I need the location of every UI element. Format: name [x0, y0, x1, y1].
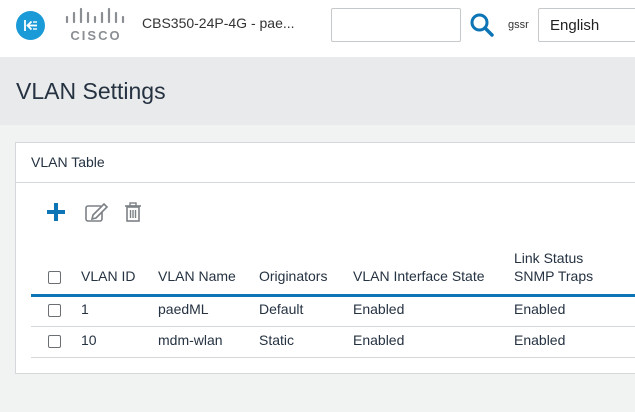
- top-bar: CISCO CBS350-24P-4G - pae... gssr Englis…: [0, 0, 635, 57]
- edit-button[interactable]: [83, 199, 109, 225]
- cell-link-status: Enabled: [514, 301, 566, 317]
- cell-vlan-id: 1: [81, 301, 89, 317]
- plus-icon: [47, 203, 65, 221]
- cell-interface-state: Enabled: [353, 301, 405, 317]
- menu-collapse-icon: [24, 20, 37, 31]
- panel-title: VLAN Table: [31, 154, 105, 170]
- cell-vlan-id: 10: [81, 332, 97, 348]
- page-header: VLAN Settings: [0, 57, 635, 125]
- col-header-link-status-line2: SNMP Traps: [514, 268, 594, 284]
- select-all-checkbox[interactable]: [48, 271, 61, 284]
- trash-icon: [125, 202, 141, 222]
- row-checkbox[interactable]: [48, 335, 61, 348]
- col-header-vlan-name: VLAN Name: [158, 268, 236, 284]
- col-header-originators: Originators: [259, 268, 328, 284]
- delete-button[interactable]: [120, 199, 146, 225]
- logo-wordmark: CISCO: [70, 28, 122, 43]
- cisco-logo: CISCO: [64, 7, 128, 43]
- username: gssr: [508, 19, 529, 31]
- col-header-link-status: Link Status SNMP Traps: [514, 249, 593, 285]
- add-button[interactable]: [43, 199, 69, 225]
- cell-link-status: Enabled: [514, 332, 566, 348]
- page-title: VLAN Settings: [16, 78, 166, 104]
- cell-interface-state: Enabled: [353, 332, 405, 348]
- cell-vlan-name: paedML: [158, 301, 209, 317]
- language-select[interactable]: English: [538, 8, 635, 42]
- menu-collapse-button[interactable]: [16, 11, 45, 40]
- device-name: CBS350-24P-4G - pae...: [142, 15, 295, 31]
- row-divider: [31, 357, 635, 358]
- cell-vlan-name: mdm-wlan: [158, 332, 223, 348]
- row-checkbox[interactable]: [48, 304, 61, 317]
- col-header-interface-state: VLAN Interface State: [353, 268, 485, 284]
- search-button[interactable]: [467, 10, 497, 40]
- row-divider: [31, 326, 635, 327]
- panel-header: VLAN Table: [16, 143, 635, 183]
- search-icon: [470, 13, 494, 37]
- language-select-value: English: [550, 17, 600, 34]
- table-header-rule: [31, 294, 635, 297]
- col-header-vlan-id: VLAN ID: [81, 268, 136, 284]
- edit-icon: [85, 202, 109, 222]
- search-input[interactable]: [331, 8, 461, 42]
- vlan-table-panel: VLAN Table VLAN ID VLAN Name Originators…: [15, 142, 635, 374]
- col-header-link-status-line1: Link Status: [514, 250, 584, 266]
- cell-originators: Static: [259, 332, 295, 348]
- cell-originators: Default: [259, 301, 304, 317]
- cisco-bridge-logo: [65, 7, 125, 24]
